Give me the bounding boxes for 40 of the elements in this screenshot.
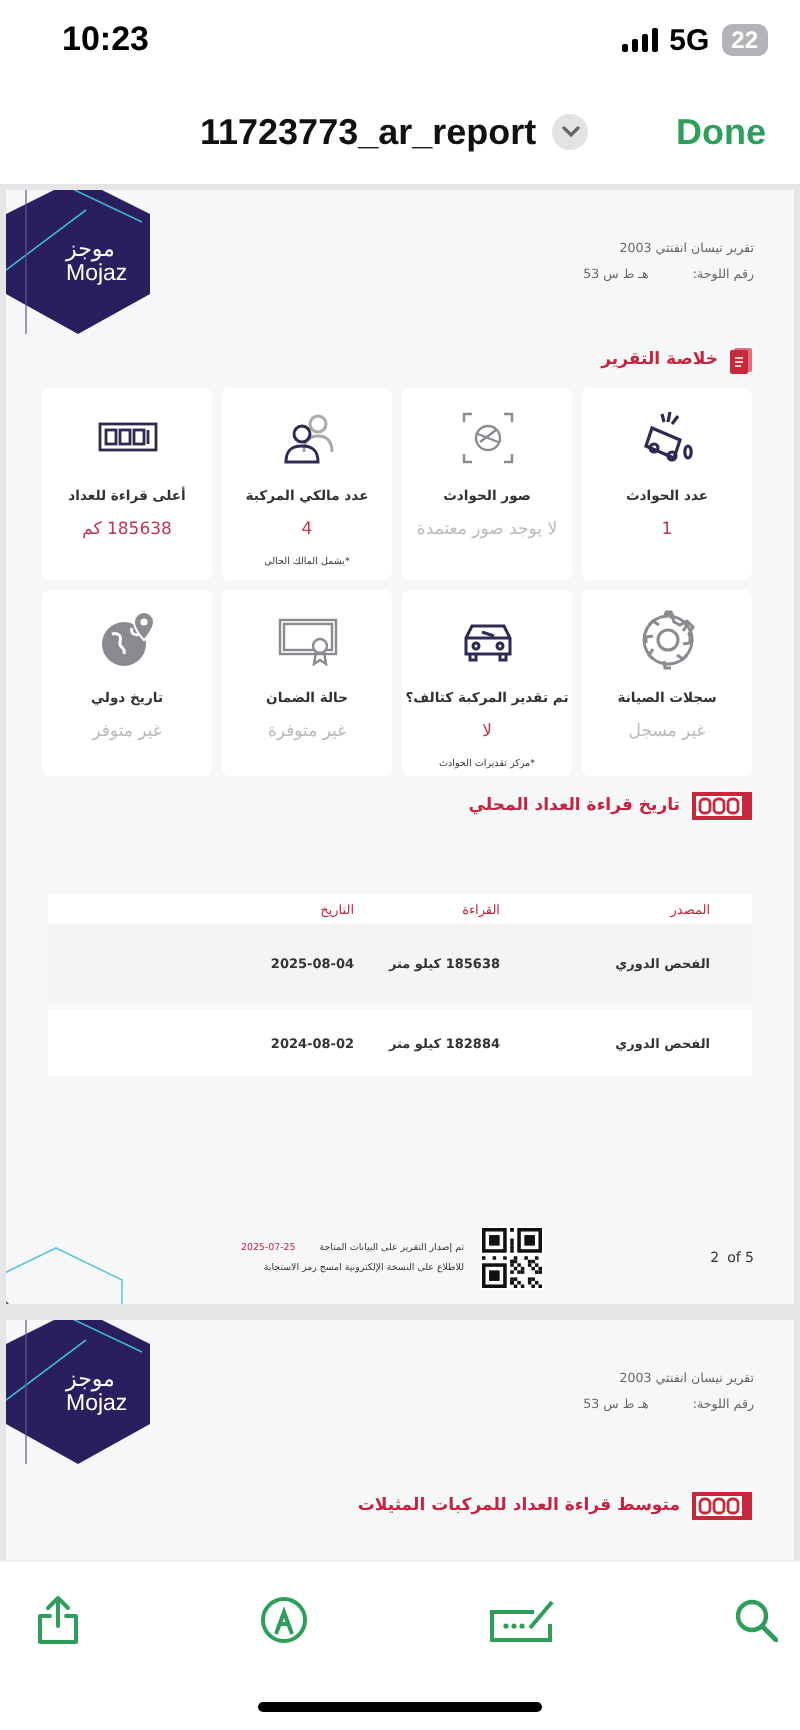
section-title: متوسط قراءة العداد للمركبات المثيلات	[357, 1496, 680, 1516]
document-icon	[730, 347, 752, 373]
logo-text: Mojaz	[66, 262, 130, 288]
card-value: غير مسجل	[628, 722, 706, 742]
card-value: لا	[482, 722, 492, 742]
card-value: 185638 كم	[82, 520, 172, 540]
qr-code	[480, 1226, 544, 1290]
chevron-down-icon	[561, 126, 580, 138]
search-button[interactable]	[733, 1598, 778, 1642]
title-menu-button[interactable]	[552, 114, 589, 150]
card-value: 4	[301, 520, 313, 540]
signature-button[interactable]	[489, 1598, 554, 1642]
globe-pin-icon	[97, 610, 157, 670]
card-value: لا يوجد صور معتمدة	[416, 520, 558, 540]
network-label: 5G	[669, 23, 710, 57]
document-title: 11723773_ar_report	[200, 111, 537, 153]
card-value: غير متوفرة	[267, 722, 347, 742]
card-value: غير متوفر	[92, 722, 162, 742]
pen-circle-icon	[260, 1596, 309, 1644]
card-value: 1	[661, 520, 673, 540]
clock-time: 10:23	[62, 20, 149, 60]
logo-text: Mojaz	[66, 1392, 130, 1418]
logo-background	[6, 190, 150, 334]
logo-text: موجز	[66, 236, 117, 262]
markup-button[interactable]	[260, 1596, 309, 1644]
logo-background	[6, 1320, 150, 1464]
section-title: خلاصة التقرير	[601, 350, 718, 370]
odometer-icon	[692, 792, 752, 820]
gear-icon	[637, 610, 697, 670]
share-icon	[36, 1594, 80, 1646]
done-button[interactable]: Done	[676, 111, 766, 153]
signal-icon	[621, 28, 658, 52]
search-icon	[733, 1598, 778, 1642]
odometer-icon	[692, 1492, 752, 1520]
logo-text: موجز	[66, 1366, 117, 1392]
share-button[interactable]	[36, 1594, 80, 1646]
battery-indicator: 22	[721, 24, 768, 56]
section-title: تاريخ قراءة العداد المحلي	[468, 796, 680, 816]
photo-frame-icon	[457, 408, 517, 468]
signature-icon	[489, 1598, 554, 1642]
